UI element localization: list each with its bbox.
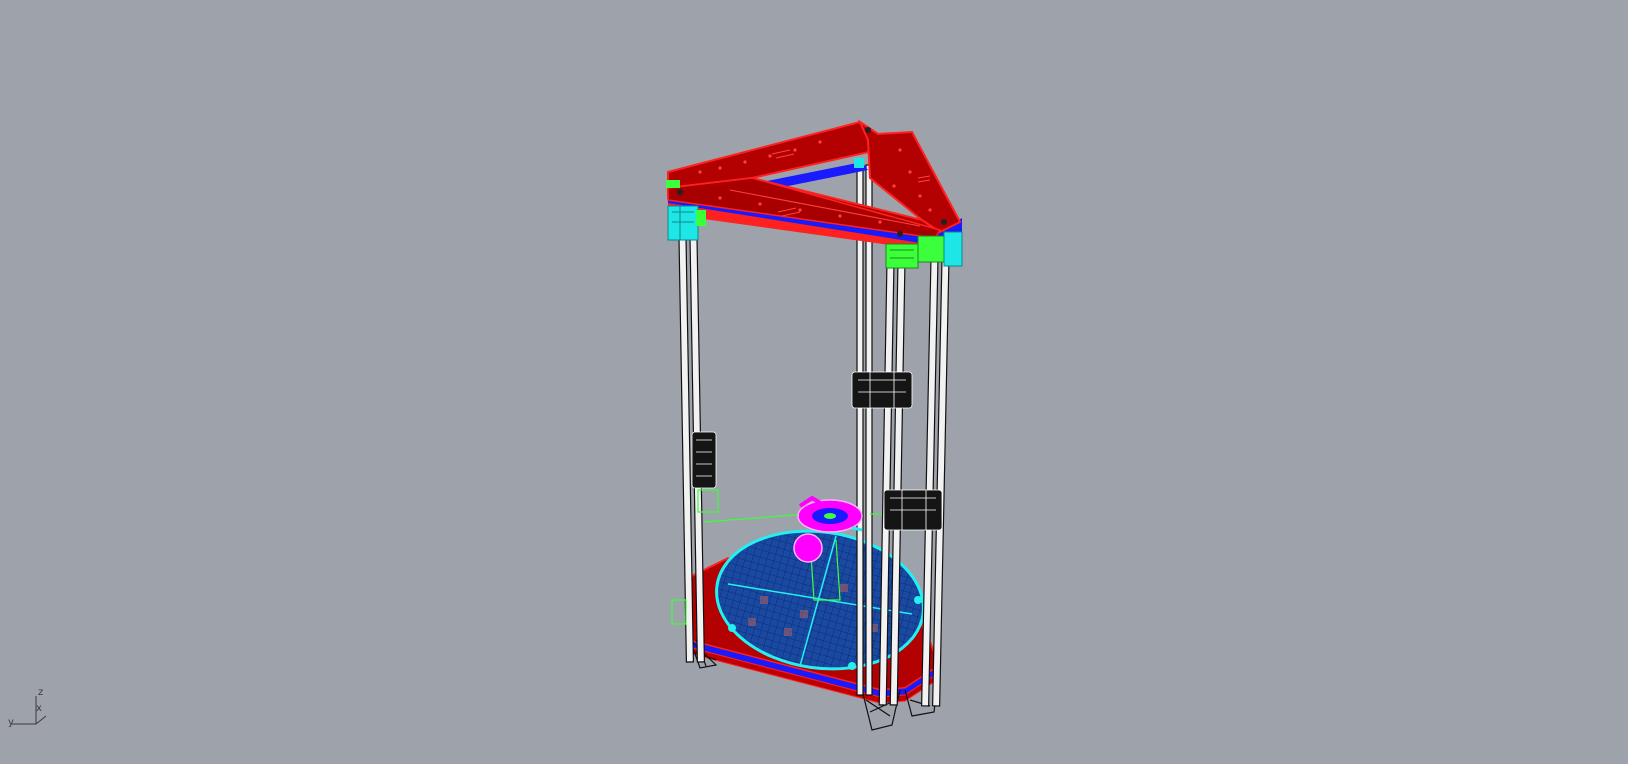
axis-widget: z x y	[6, 688, 56, 728]
carriage-right	[883, 489, 943, 531]
z-axis-label: z	[38, 687, 44, 698]
printer-model[interactable]	[0, 0, 1628, 760]
y-axis-label: y	[8, 717, 14, 728]
carriage-left	[691, 431, 717, 489]
perspective-viewport[interactable]: z x y	[0, 0, 1628, 760]
x-axis-label: x	[36, 703, 42, 714]
top-frame	[667, 119, 962, 252]
carriage-back	[851, 371, 913, 409]
